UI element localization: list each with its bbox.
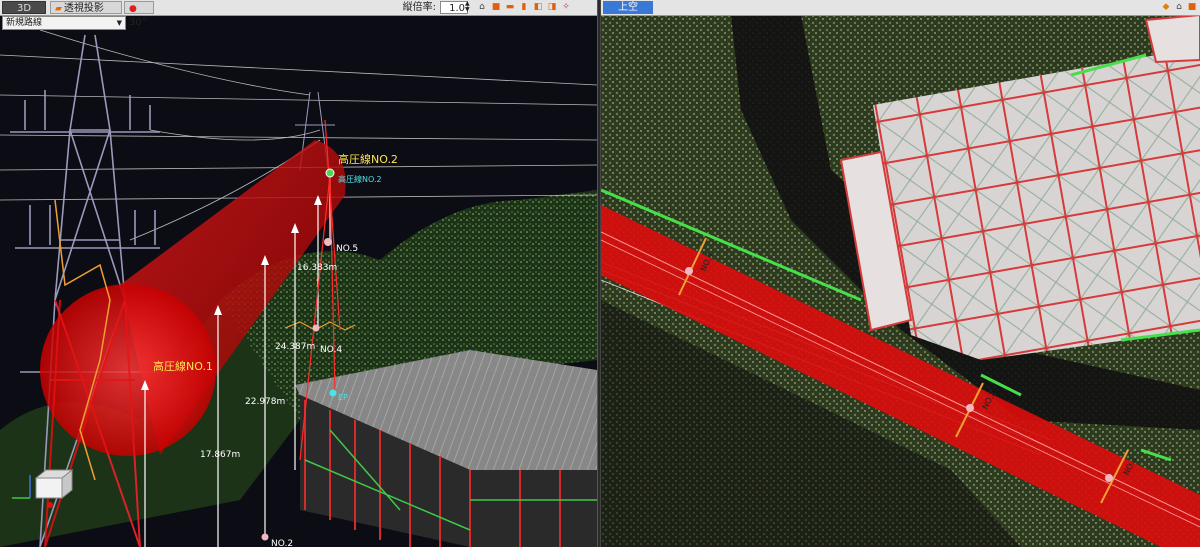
building-roof	[873, 50, 1200, 360]
route-select-value: 新規路線	[6, 18, 43, 28]
left-view-toolbar: 3D ▰ 透視投影 ● 30° 縦倍率: 1.0 ▲ ▼ ⌂ ■ ▬ ▮ ◧ ◨ ✧	[0, 0, 597, 28]
vertical-scale-stepper[interactable]: ▲ ▼	[465, 1, 473, 14]
point-no5-marker[interactable]	[324, 238, 332, 246]
vertical-scale-label: 縦倍率:	[402, 2, 436, 13]
right-view-toolbar: 上空 ◆ ⌂ ■	[601, 0, 1200, 16]
left-3d-view[interactable]: 高圧線NO.2 高圧線NO.2 高圧線NO.1 NO.5 NO.4 NO.2 E…	[0, 0, 597, 547]
top-scene-canvas[interactable]: NO.4 NO.2 NO.1	[601, 15, 1200, 547]
point-no2-top-marker[interactable]	[325, 168, 335, 178]
label-line-no2-cyan: 高圧線NO.2	[338, 174, 382, 184]
layers-icon[interactable]: ◆	[1161, 2, 1171, 12]
section-no4-marker[interactable]	[685, 267, 693, 275]
angle-button[interactable]: ● 30°	[124, 1, 154, 28]
view-back-icon[interactable]: ◧	[533, 2, 543, 12]
label-distance-4: 17.867m	[200, 450, 240, 460]
perspective-projection-button[interactable]: ▰ 透視投影	[50, 1, 122, 14]
settings-icon[interactable]: ✧	[561, 2, 571, 12]
angle-label: 30°	[129, 17, 147, 28]
point-no2-marker[interactable]	[261, 533, 269, 541]
label-line-no2: 高圧線NO.2	[338, 152, 398, 166]
section-no2-marker[interactable]	[966, 404, 974, 412]
cube-icon: ▰	[55, 4, 62, 14]
home-icon[interactable]: ⌂	[1174, 2, 1184, 12]
label-point-ep: EP	[338, 393, 348, 402]
chevron-down-icon: ▼	[116, 19, 122, 27]
point-no4-marker[interactable]	[312, 324, 320, 332]
3d-scene-canvas[interactable]: 高圧線NO.2 高圧線NO.2 高圧線NO.1 NO.5 NO.4 NO.2 E…	[0, 15, 597, 547]
label-distance-2: 24.387m	[275, 342, 315, 352]
section-no1-marker[interactable]	[1105, 474, 1113, 482]
tab-top-view[interactable]: 上空	[603, 1, 653, 14]
view-side-icon[interactable]: ▮	[519, 2, 529, 12]
view-icon[interactable]: ■	[1187, 2, 1197, 12]
right-top-view[interactable]: NO.4 NO.2 NO.1 上空 ◆ ⌂ ■	[601, 0, 1200, 547]
building-structure	[295, 350, 597, 547]
pin-icon: ●	[129, 4, 137, 14]
tab-3d[interactable]: 3D	[2, 1, 46, 14]
home-icon[interactable]: ⌂	[477, 2, 487, 12]
view-top-icon[interactable]: ▬	[505, 2, 515, 12]
route-select[interactable]: 新規路線 ▼	[2, 16, 126, 30]
label-point-no2: NO.2	[271, 539, 293, 547]
building-top-right	[1144, 15, 1200, 64]
vertical-scale-input[interactable]: 1.0	[440, 1, 468, 14]
label-distance-1: 16.383m	[297, 263, 337, 273]
label-point-no5: NO.5	[336, 244, 358, 254]
label-point-no4: NO.4	[320, 345, 342, 355]
label-line-no1: 高圧線NO.1	[153, 359, 213, 373]
view-front-icon[interactable]: ■	[491, 2, 501, 12]
point-ep-marker[interactable]	[329, 389, 337, 397]
view-bottom-icon[interactable]: ◨	[547, 2, 557, 12]
label-distance-3: 22.978m	[245, 397, 285, 407]
perspective-label: 透視投影	[63, 3, 104, 14]
